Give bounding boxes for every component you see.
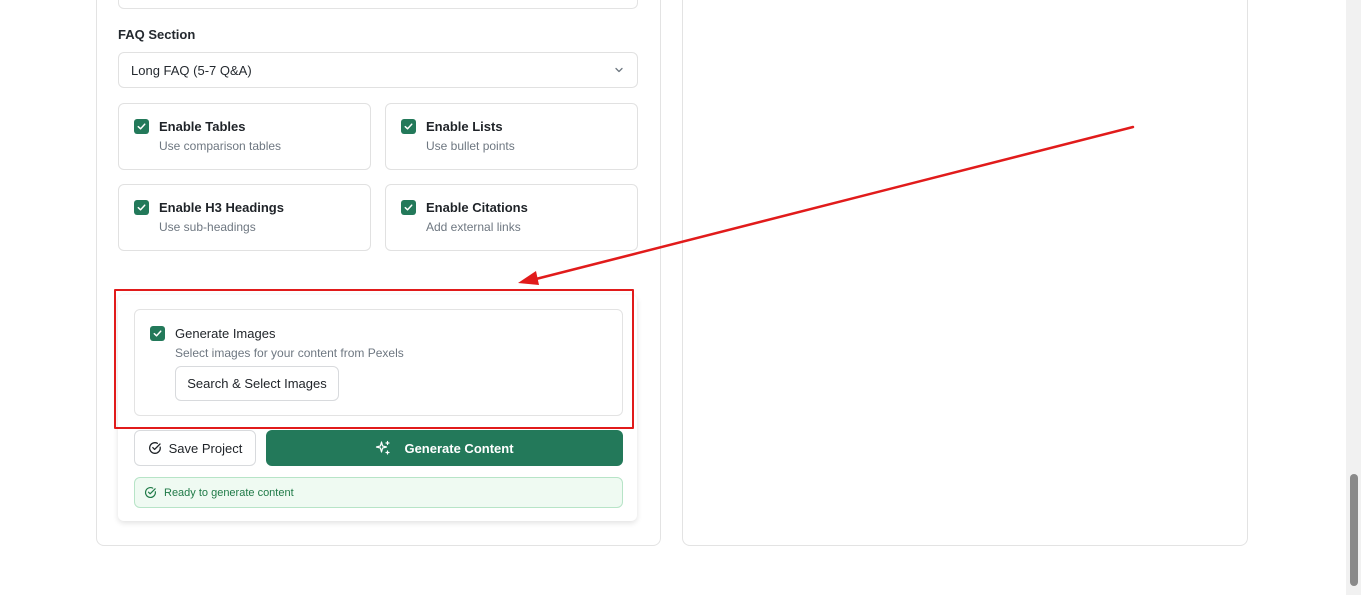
generate-images-description: Select images for your content from Pexe… — [175, 346, 404, 360]
save-project-button[interactable]: Save Project — [134, 430, 256, 466]
option-enable-h3-headings[interactable]: Enable H3 Headings Use sub-headings — [118, 184, 371, 251]
generate-content-label: Generate Content — [404, 440, 514, 456]
faq-section-label: FAQ Section — [118, 27, 196, 42]
lists-checkbox[interactable] — [401, 119, 416, 134]
h3-headings-checkbox[interactable] — [134, 200, 149, 215]
option-enable-tables[interactable]: Enable Tables Use comparison tables — [118, 103, 371, 170]
save-project-label: Save Project — [168, 440, 243, 456]
citations-checkbox[interactable] — [401, 200, 416, 215]
faq-section-value: Long FAQ (5-7 Q&A) — [131, 62, 252, 78]
chevron-down-icon — [615, 67, 623, 73]
option-enable-lists[interactable]: Enable Lists Use bullet points — [385, 103, 638, 170]
generate-images-checkbox[interactable] — [150, 326, 165, 341]
generate-images-title: Generate Images — [175, 326, 276, 341]
option-title: Enable H3 Headings — [159, 200, 284, 215]
tables-checkbox[interactable] — [134, 119, 149, 134]
check-icon — [404, 123, 413, 130]
previous-field[interactable] — [118, 0, 638, 9]
generate-content-button[interactable]: Generate Content — [266, 430, 623, 466]
option-description: Use sub-headings — [159, 220, 256, 234]
page-scrollbar[interactable] — [1346, 0, 1361, 595]
status-banner: Ready to generate content — [134, 477, 623, 508]
check-icon — [404, 204, 413, 211]
sparkles-icon — [376, 440, 391, 455]
check-icon — [137, 123, 146, 130]
circle-check-icon — [148, 442, 161, 454]
preview-panel — [682, 0, 1248, 546]
option-description: Use comparison tables — [159, 139, 282, 153]
option-title: Enable Tables — [159, 119, 246, 134]
scrollbar-thumb[interactable] — [1350, 474, 1358, 586]
faq-section-select[interactable]: Long FAQ (5-7 Q&A) — [118, 52, 638, 88]
status-text: Ready to generate content — [164, 486, 294, 499]
check-icon — [153, 330, 162, 337]
option-description: Add external links — [426, 220, 521, 234]
option-title: Enable Citations — [426, 200, 528, 215]
option-title: Enable Lists — [426, 119, 503, 134]
search-select-images-button[interactable]: Search & Select Images — [175, 366, 339, 401]
check-icon — [137, 204, 146, 211]
generate-images-card[interactable]: Generate Images Select images for your c… — [134, 309, 623, 416]
option-enable-citations[interactable]: Enable Citations Add external links — [385, 184, 638, 251]
option-description: Use bullet points — [426, 139, 515, 153]
circle-check-icon — [144, 487, 156, 499]
